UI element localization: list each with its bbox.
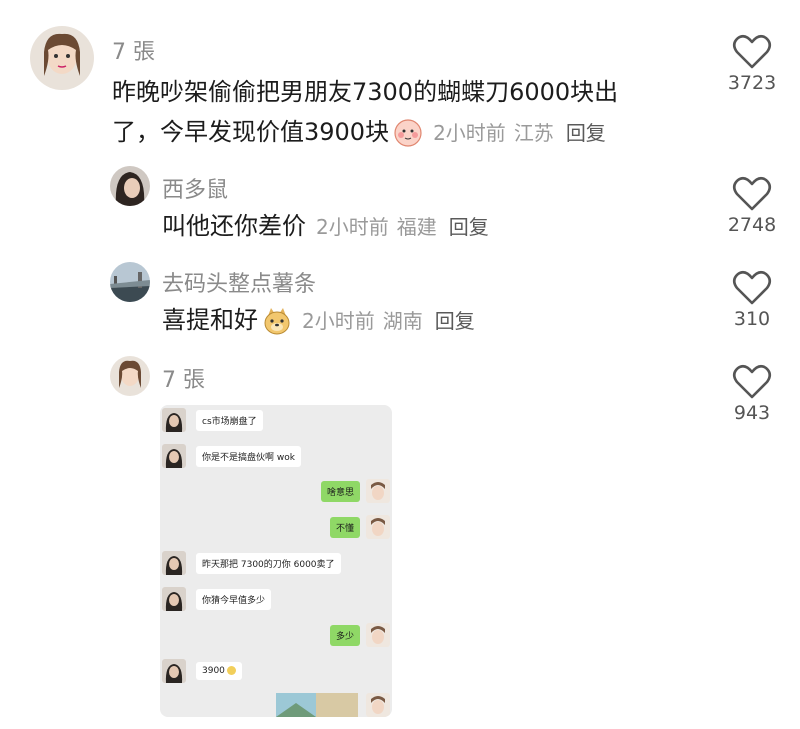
chat-bubble-text: 3900 bbox=[202, 666, 225, 676]
comment-location: 福建 bbox=[396, 215, 437, 239]
like-count: 2748 bbox=[727, 214, 777, 236]
comment-text: 喜提和好 2小时前 湖南 回复 bbox=[162, 300, 475, 341]
like-count: 310 bbox=[733, 308, 771, 330]
chat-bubble: 啥意思 bbox=[320, 480, 360, 502]
chat-message-right: 多少 bbox=[329, 622, 390, 648]
chat-avatar bbox=[162, 408, 186, 432]
heart-outline-icon bbox=[732, 270, 772, 305]
chat-image-thumbnail bbox=[276, 693, 358, 717]
comment-username[interactable]: 西多鼠 bbox=[162, 172, 228, 204]
heart-outline-icon bbox=[732, 364, 772, 399]
user-avatar[interactable] bbox=[110, 356, 150, 396]
reply-button[interactable]: 回复 bbox=[566, 121, 606, 145]
chat-message-left: cs市场崩盘了 bbox=[162, 407, 263, 433]
comment-text-line: 昨晚吵架偷偷把男朋友7300的蝴蝶刀6000块出 bbox=[112, 78, 619, 106]
chat-bubble: 你猜今早值多少 bbox=[196, 588, 272, 610]
comment-username[interactable]: 去码头整点薯条 bbox=[162, 266, 316, 298]
chat-message-right: 不懂 bbox=[329, 514, 390, 540]
chat-avatar bbox=[366, 693, 390, 717]
chat-bubble: 你是不是搞盘伙啊 wok bbox=[196, 445, 301, 467]
chat-bubble: 多少 bbox=[329, 624, 360, 646]
comment-image-chat-screenshot[interactable]: cs市场崩盘了 你是不是搞盘伙啊 wok 啥意思 不懂 昨天那把 7300的刀你… bbox=[160, 405, 392, 717]
comment-location: 江苏 bbox=[513, 121, 554, 145]
comment-time: 2小时前 bbox=[302, 309, 375, 333]
like-button[interactable]: 2748 bbox=[717, 176, 787, 236]
chat-avatar bbox=[366, 623, 390, 647]
comment-location: 湖南 bbox=[382, 309, 423, 333]
chat-bubble: 昨天那把 7300的刀你 6000卖了 bbox=[196, 552, 341, 574]
shy-face-emoji bbox=[393, 118, 423, 148]
like-count: 943 bbox=[733, 402, 771, 424]
user-avatar[interactable] bbox=[110, 262, 150, 302]
reply-button[interactable]: 回复 bbox=[435, 309, 475, 333]
like-button[interactable]: 310 bbox=[717, 270, 787, 330]
reply-button[interactable]: 回复 bbox=[449, 215, 489, 239]
chat-message-left: 昨天那把 7300的刀你 6000卖了 bbox=[162, 550, 341, 576]
comment-text-line: 了，今早发现价值3900块 2小时前 江苏 回复 bbox=[112, 112, 712, 153]
chat-message-left: 你是不是搞盘伙啊 wok bbox=[162, 443, 301, 469]
comment-body: 喜提和好 bbox=[162, 306, 258, 334]
comment-body: 叫他还你差价 bbox=[162, 212, 306, 240]
chat-smile-emoji bbox=[226, 666, 236, 675]
doge-face-emoji bbox=[262, 306, 292, 336]
heart-outline-icon bbox=[732, 34, 772, 69]
chat-avatar bbox=[366, 515, 390, 539]
comment-username[interactable]: 7 張 bbox=[162, 362, 205, 394]
chat-avatar bbox=[366, 479, 390, 503]
comment-text-continued: 了，今早发现价值3900块 bbox=[112, 118, 390, 146]
chat-message-left: 你猜今早值多少 bbox=[162, 586, 272, 612]
heart-outline-icon bbox=[732, 176, 772, 211]
chat-bubble: 不懂 bbox=[329, 516, 360, 538]
comment-time: 2小时前 bbox=[316, 215, 389, 239]
comment-username[interactable]: 7 張 bbox=[112, 34, 155, 66]
user-avatar[interactable] bbox=[30, 26, 94, 90]
like-button[interactable]: 943 bbox=[717, 364, 787, 424]
comment-time: 2小时前 bbox=[433, 121, 506, 145]
chat-avatar bbox=[162, 659, 186, 683]
like-count: 3723 bbox=[727, 72, 777, 94]
chat-message-right: 啥意思 bbox=[320, 478, 390, 504]
user-avatar[interactable] bbox=[110, 166, 150, 206]
chat-bubble: cs市场崩盘了 bbox=[196, 409, 263, 431]
chat-avatar bbox=[162, 587, 186, 611]
chat-avatar bbox=[162, 551, 186, 575]
like-button[interactable]: 3723 bbox=[717, 34, 787, 94]
chat-message-left: 3900 bbox=[162, 658, 242, 684]
chat-bubble: 3900 bbox=[196, 662, 242, 680]
chat-avatar bbox=[162, 444, 186, 468]
comment-text: 叫他还你差价 2小时前 福建 回复 bbox=[162, 206, 489, 247]
comment-text: 昨晚吵架偷偷把男朋友7300的蝴蝶刀6000块出 了，今早发现价值3900块 2小… bbox=[112, 72, 712, 153]
